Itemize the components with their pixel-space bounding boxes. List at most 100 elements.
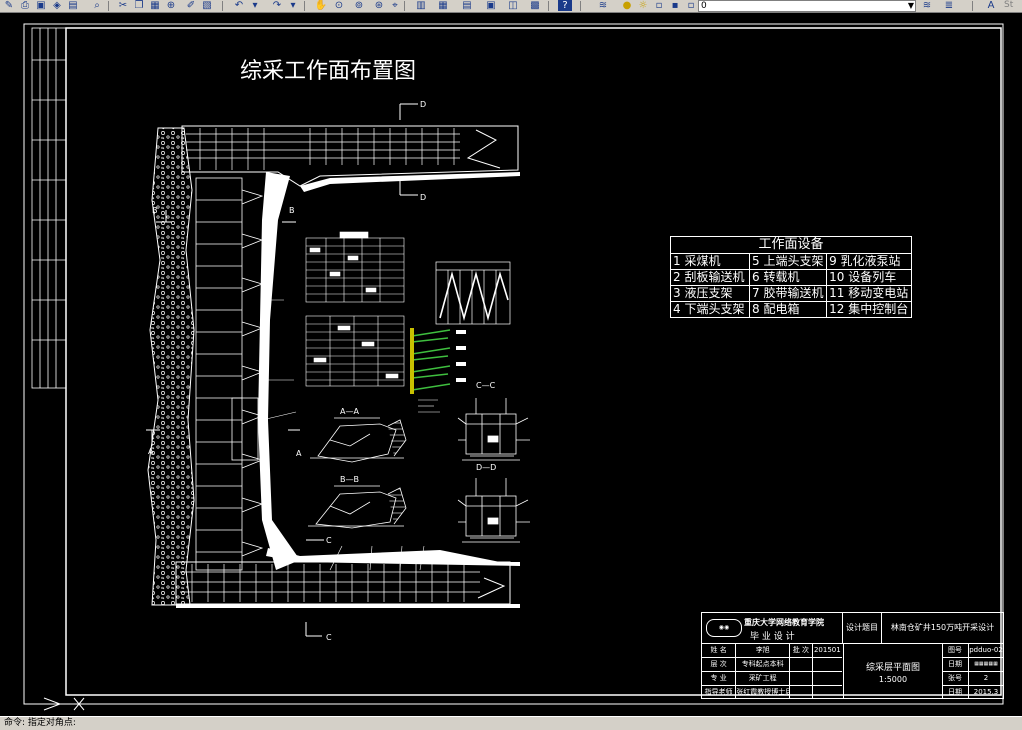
drawing-title: 综采工作面布置图 <box>240 59 416 84</box>
section-label-c-top: C <box>326 536 332 545</box>
svg-text:B—B: B—B <box>340 475 359 484</box>
equipment-table-cell: 9 乳化液泵站 <box>829 254 901 268</box>
help-icon[interactable]: ? <box>558 0 572 11</box>
layer-previous-icon[interactable]: ≣ <box>942 0 956 11</box>
style-label: St <box>1004 0 1014 10</box>
bottom-roadway <box>175 561 511 605</box>
cut-icon[interactable]: ✂ <box>116 0 130 11</box>
plot-style-icon[interactable]: ▫ <box>684 0 698 11</box>
brush-icon[interactable]: ✐ <box>184 0 198 11</box>
section-aa: A—A <box>310 407 407 463</box>
plot-icon[interactable]: ▤ <box>66 0 80 11</box>
section-label-d-top: D <box>420 100 426 109</box>
undo-dropdown-icon[interactable]: ▾ <box>248 0 262 11</box>
title-block-cell: 201501 <box>813 646 841 654</box>
sheetset-icon[interactable]: ▣ <box>484 0 498 11</box>
zoom-previous-icon[interactable]: ⊛ <box>372 0 386 11</box>
markup-icon[interactable]: ◫ <box>506 0 520 11</box>
drawing-name: 综采层平面图 <box>865 663 920 673</box>
coal-face <box>258 172 300 570</box>
zoom-window-icon[interactable]: ⊚ <box>352 0 366 11</box>
undo-icon[interactable]: ↶ <box>232 0 246 11</box>
equipment-table-row: 4 下端头支架 8 配电箱 12 集中控制台 <box>671 302 911 317</box>
cycle-chart <box>435 261 511 325</box>
print-icon[interactable]: ⎙ <box>18 0 32 11</box>
bulb-icon[interactable]: ● <box>620 0 634 11</box>
goaf-gravel <box>147 127 195 606</box>
match-icon[interactable]: ⊕ <box>164 0 178 11</box>
equipment-table-cell: 4 下端头支架 <box>671 302 751 317</box>
draw-icon[interactable]: ✎ <box>2 0 16 11</box>
equipment-symbols <box>410 328 466 413</box>
break-line-bottom <box>477 577 506 599</box>
equipment-table-cell: 8 配电箱 <box>750 302 828 317</box>
data-table-2 <box>305 315 405 387</box>
block-icon[interactable]: ▧ <box>200 0 214 11</box>
copy-icon[interactable]: ❐ <box>132 0 146 11</box>
tool-palette-icon[interactable]: ▤ <box>460 0 474 11</box>
project-label: 设计题目 <box>843 613 882 644</box>
binding-strip <box>31 27 67 389</box>
command-line[interactable]: 命令: 指定对角点: <box>0 716 1022 730</box>
title-block-cell: 层 次 <box>702 658 737 671</box>
paste-icon[interactable]: ▦ <box>148 0 162 11</box>
sheet-value: 2 <box>983 674 989 682</box>
redo-icon[interactable]: ↷ <box>270 0 284 11</box>
layers-icon[interactable]: ≋ <box>596 0 610 11</box>
title-block-row: 专 业采矿工程 <box>702 672 842 686</box>
drawing-no-value: pdduo-02 <box>969 646 1003 654</box>
title-block-cell: 批 次 <box>790 644 813 657</box>
break-line-top <box>466 129 501 169</box>
equipment-table-body: 1 采煤机 5 上端头支架 9 乳化液泵站 2 刮板输送机 6 转载机 10 设备列车 3 … <box>671 254 911 317</box>
publish-icon[interactable]: ◈ <box>50 0 64 11</box>
school-logo-icon: ◉◉ <box>706 619 742 637</box>
design-center-icon[interactable]: ▦ <box>436 0 450 11</box>
date-label: 日期 <box>942 686 969 699</box>
title-block-rows: 姓 名李旭批 次 201501 层 次专科起点本科专 业采矿工程 指导老师 张红霞教授博… <box>702 644 842 699</box>
title-block-row: 指导老师 张红霞教授博士后 <box>702 686 842 699</box>
color-swatch-icon[interactable]: ▪ <box>668 0 682 11</box>
drawing-scale: 1:5000 <box>878 675 908 684</box>
text-style-icon[interactable]: A <box>984 0 998 11</box>
svg-text:C—C: C—C <box>476 381 496 390</box>
redo-dropdown-icon[interactable]: ▾ <box>286 0 300 11</box>
project-title: 林南仓矿井150万吨开采设计 <box>882 613 1003 644</box>
inner-border <box>65 27 1002 696</box>
section-label-c-bottom: C <box>326 633 332 642</box>
drawing-canvas[interactable]: 综采工作面布置图 D D B B A A C C A—A B—B C—C D—D <box>0 13 1022 716</box>
title-block-cell <box>790 672 813 685</box>
top-roadway-supports <box>186 128 460 170</box>
zoom-realtime-icon[interactable]: ⊙ <box>332 0 346 11</box>
title-block-cell <box>790 686 813 699</box>
equipment-table-cell: 1 采煤机 <box>671 254 751 269</box>
zoom-icon[interactable]: ⌖ <box>388 0 402 11</box>
section-label-b-right: B <box>289 206 295 215</box>
title-block: ◉◉ 重庆大学网络教育学院 毕 业 设 计 设计题目 林南仓矿井150万吨开采设… <box>701 612 1004 699</box>
equipment-table-row: 3 液压支架 7 胶带输送机 11 移动变电站 <box>671 286 911 302</box>
school-name: 重庆大学网络教育学院 <box>744 618 824 627</box>
properties-icon[interactable]: ▥ <box>414 0 428 11</box>
calculator-icon[interactable]: ▩ <box>528 0 542 11</box>
title-block-cell: 采矿工程 <box>736 672 791 685</box>
equipment-table-cell: 3 液压支架 <box>671 286 751 301</box>
title-block-cell: 专 业 <box>702 672 737 685</box>
equipment-table-cell: 2 刮板输送机 <box>671 270 751 285</box>
svg-text:A—A: A—A <box>340 407 359 416</box>
equipment-table-cell: 10 设备列车 <box>829 270 897 284</box>
data-table-1 <box>305 231 405 303</box>
title-block-cell: 姓 名 <box>702 644 737 657</box>
title-block-row: 层 次专科起点本科 <box>702 658 842 672</box>
equipment-table: 工作面设备 1 采煤机 5 上端头支架 9 乳化液泵站 2 刮板输送机 6 转载机 10 … <box>670 236 912 318</box>
title-block-row: 姓 名李旭批 次 201501 <box>702 644 842 658</box>
preview-icon[interactable]: ▣ <box>34 0 48 11</box>
hydraulic-supports <box>195 177 264 571</box>
lock-icon[interactable]: ▫ <box>652 0 666 11</box>
sun-icon[interactable]: ☼ <box>636 0 650 11</box>
find-icon[interactable]: ⌕ <box>90 0 104 11</box>
section-label-a-right: A <box>296 449 302 458</box>
pan-icon[interactable]: ✋ <box>314 0 328 11</box>
title-block-cell: 张红霞教授博士后 <box>736 686 791 699</box>
svg-text:D—D: D—D <box>476 463 496 472</box>
make-current-icon[interactable]: ≋ <box>920 0 934 11</box>
layer-dropdown[interactable]: 0 ▼ <box>698 0 916 12</box>
